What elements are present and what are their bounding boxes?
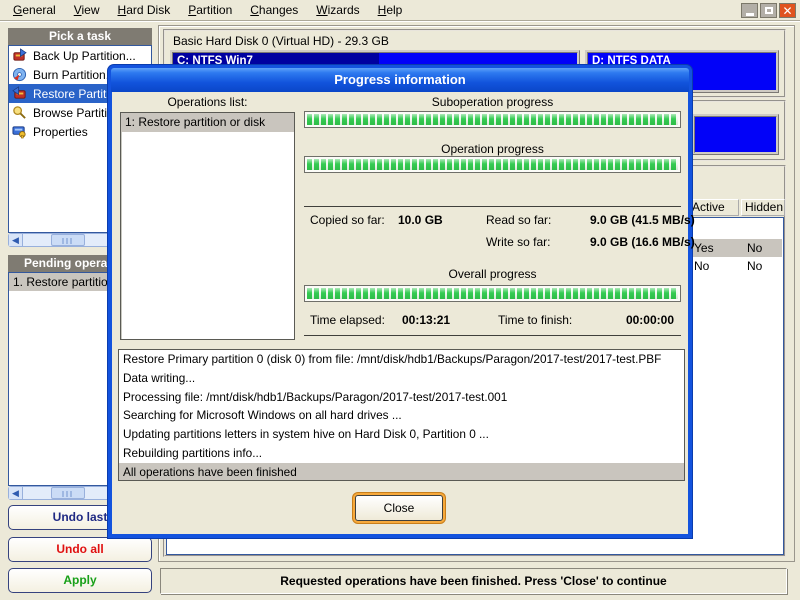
menu-changes[interactable]: Changes: [241, 1, 307, 20]
progress-fill: [307, 159, 678, 170]
operations-list-label: Operations list:: [120, 95, 295, 109]
menu-wizards[interactable]: Wizards: [307, 1, 368, 20]
read-label: Read so far:: [486, 213, 590, 227]
minimize-button[interactable]: [741, 3, 758, 18]
log-line[interactable]: Searching for Microsoft Windows on all h…: [119, 406, 684, 425]
finish-value: 00:00:00: [616, 313, 682, 327]
properties-disk-icon: [12, 124, 27, 139]
log-line-selected[interactable]: All operations have been finished: [119, 463, 684, 481]
log-line[interactable]: Rebuilding partitions info...: [119, 444, 684, 463]
menu-bar: General View Hard Disk Partition Changes…: [0, 0, 800, 21]
copied-value: 10.0 GB: [398, 213, 486, 227]
dialog-title-bar[interactable]: Progress information: [111, 68, 689, 92]
restore-disk-icon: [12, 86, 27, 101]
menu-partition[interactable]: Partition: [179, 1, 241, 20]
separator: [304, 335, 681, 336]
time-stats: Time elapsed: 00:13:21 Time to finish: 0…: [310, 313, 682, 327]
copied-label: Copied so far:: [310, 213, 398, 227]
close-window-button[interactable]: ✕: [779, 3, 796, 18]
burn-disk-icon: [12, 67, 27, 82]
suboperation-progress-label: Suboperation progress: [304, 95, 681, 109]
cell-hidden: No: [747, 239, 762, 257]
browse-magnifier-icon: [12, 105, 27, 120]
transfer-stats: Copied so far: 10.0 GB Read so far: 9.0 …: [310, 213, 682, 249]
overall-progress-label: Overall progress: [304, 267, 681, 281]
undo-all-button[interactable]: Undo all: [8, 537, 152, 562]
elapsed-label: Time elapsed:: [310, 313, 402, 327]
disk0-label: Basic Hard Disk 0 (Virtual HD) - 29.3 GB: [173, 34, 389, 48]
maximize-button[interactable]: [760, 3, 777, 18]
write-value: 9.0 GB (16.6 MB/s): [590, 235, 695, 249]
task-label: Properties: [33, 125, 88, 139]
scroll-left-arrow-icon[interactable]: ◀: [9, 234, 23, 246]
overall-progress-bar: [304, 285, 681, 302]
window-controls: ✕: [741, 3, 796, 18]
close-button[interactable]: Close: [355, 495, 443, 521]
scrollbar-thumb[interactable]: [51, 487, 85, 499]
table-header-active[interactable]: Active: [688, 199, 739, 216]
operation-log: Restore Primary partition 0 (disk 0) fro…: [118, 349, 685, 481]
write-label: Write so far:: [486, 235, 590, 249]
operations-list: 1: Restore partition or disk: [120, 112, 295, 340]
operation-progress-bar: [304, 156, 681, 173]
finish-label: Time to finish:: [498, 313, 616, 327]
log-line[interactable]: Processing file: /mnt/disk/hdb1/Backups/…: [119, 388, 684, 407]
cell-active: Yes: [694, 239, 714, 257]
log-line[interactable]: Data writing...: [119, 369, 684, 388]
cell-active: No: [694, 257, 709, 275]
read-value: 9.0 GB (41.5 MB/s): [590, 213, 695, 227]
task-label: Back Up Partition...: [33, 49, 136, 63]
progress-fill: [307, 114, 678, 125]
operation-progress-label: Operation progress: [304, 142, 681, 156]
menu-view[interactable]: View: [65, 1, 109, 20]
task-backup-partition[interactable]: Back Up Partition...: [9, 46, 151, 65]
backup-disk-icon: [12, 48, 27, 63]
close-icon: ✕: [782, 5, 792, 17]
apply-button[interactable]: Apply: [8, 568, 152, 593]
pick-a-task-header: Pick a task: [8, 28, 152, 45]
cell-hidden: No: [747, 257, 762, 275]
minimize-icon: [746, 13, 754, 16]
separator: [304, 206, 681, 207]
menu-general[interactable]: General: [4, 1, 65, 20]
elapsed-value: 00:13:21: [402, 313, 498, 327]
dialog-client-area: Operations list: 1: Restore partition or…: [112, 92, 688, 533]
scrollbar-thumb[interactable]: [51, 234, 85, 246]
progress-dialog: Progress information Operations list: 1:…: [108, 65, 692, 538]
log-line[interactable]: Restore Primary partition 0 (disk 0) fro…: [119, 350, 684, 369]
task-label: Burn Partition...: [33, 68, 116, 82]
status-bar: Requested operations have been finished.…: [160, 568, 787, 594]
disk1-partition-block[interactable]: [692, 114, 779, 155]
maximize-icon: [765, 7, 773, 14]
progress-fill: [307, 288, 678, 299]
menu-hard-disk[interactable]: Hard Disk: [109, 1, 180, 20]
menu-help[interactable]: Help: [369, 1, 412, 20]
log-line[interactable]: Updating partitions letters in system hi…: [119, 425, 684, 444]
suboperation-progress-bar: [304, 111, 681, 128]
scroll-left-arrow-icon[interactable]: ◀: [9, 487, 23, 499]
operation-item[interactable]: 1: Restore partition or disk: [121, 113, 294, 132]
table-header-hidden[interactable]: Hidden: [741, 199, 785, 216]
